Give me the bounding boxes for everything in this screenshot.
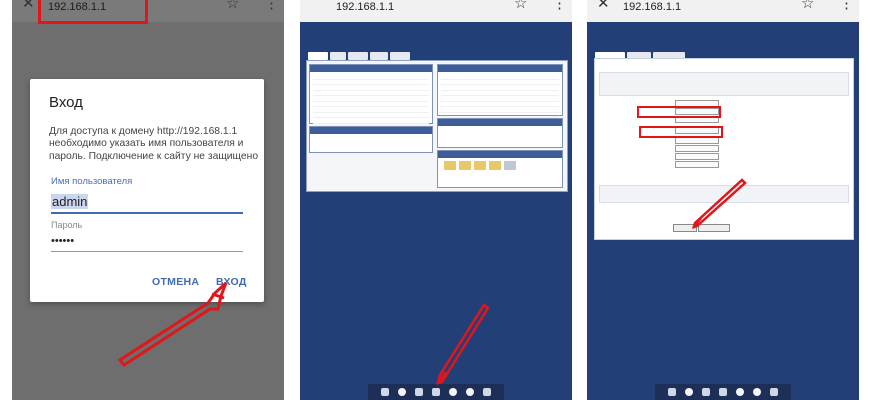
- panel-wifi-settings: ✕ 192.168.1.1 ☆ ⋮: [587, 0, 859, 400]
- panel-login-dialog: ✕ 192.168.1.1 ☆ ⋮ Вход Для доступа к дом…: [12, 0, 284, 400]
- red-arrow-apply: [692, 178, 747, 229]
- red-arrow-wifi: [436, 303, 490, 385]
- panel-router-dashboard: 192.168.1.1 ☆ ⋮: [300, 0, 572, 400]
- red-arrow-login: [117, 281, 228, 367]
